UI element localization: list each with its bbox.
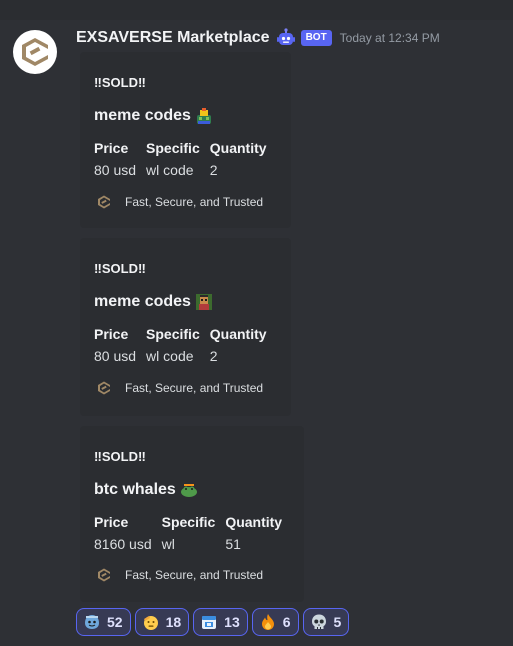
top-divider-bar [0, 0, 513, 20]
embed-title: meme codes [94, 293, 213, 311]
field-name: Quantity [225, 514, 283, 530]
skull-icon [310, 613, 328, 631]
footer-text: Fast, Secure, and Trusted [125, 381, 264, 395]
reaction-button[interactable]: 18 [134, 608, 190, 636]
exsaverse-logo-icon [94, 565, 114, 585]
exsaverse-logo-icon [94, 192, 114, 212]
sparkle-blob-icon [83, 613, 101, 631]
embed-card: ‼SOLD‼ btc whales Price 8160 usd Specifi… [80, 426, 304, 602]
timestamp[interactable]: Today at 12:34 PM [340, 31, 440, 45]
fire-icon [259, 613, 277, 631]
embed-status: ‼SOLD‼ [94, 449, 146, 464]
footer-text: Fast, Secure, and Trusted [125, 195, 264, 209]
reaction-button[interactable]: 52 [76, 608, 131, 636]
blue-calendar-icon [200, 613, 218, 631]
reaction-button[interactable]: 6 [251, 608, 299, 636]
field-price: Price 80 usd [94, 325, 136, 365]
username[interactable]: EXSAVERSE Marketplace [76, 29, 270, 47]
reaction-count: 18 [165, 614, 182, 630]
embed-title-text: btc whales [94, 481, 176, 498]
embed-footer: Fast, Secure, and Trusted [94, 565, 263, 585]
embed-card: ‼SOLD‼ meme codes Price 80 usd Specific … [80, 238, 291, 416]
embed-status: ‼SOLD‼ [94, 261, 146, 276]
field-value: wl [161, 536, 175, 552]
field-value: 2 [209, 348, 218, 364]
field-price: Price 8160 usd [94, 513, 152, 553]
embed-fields: Price 80 usd Specific wl code Quantity 2 [94, 325, 277, 365]
field-specific: Specific wl code [146, 139, 200, 179]
embed-title: btc whales [94, 481, 198, 499]
field-quantity: Quantity 2 [210, 325, 267, 365]
field-specific: Specific wl code [146, 325, 200, 365]
field-name: Price [94, 326, 129, 342]
field-value: 8160 usd [94, 536, 152, 552]
embed-title-text: meme codes [94, 293, 191, 310]
embed-status: ‼SOLD‼ [94, 75, 146, 90]
embed-card: ‼SOLD‼ meme codes Price 80 usd Specific … [80, 52, 291, 228]
reaction-count: 6 [282, 614, 291, 630]
field-name: Specific [146, 326, 200, 342]
reaction-bar: 52 18 13 6 5 [76, 608, 353, 636]
frog-wizard-icon [195, 107, 213, 125]
embed-fields: Price 80 usd Specific wl code Quantity 2 [94, 139, 277, 179]
embed-footer: Fast, Secure, and Trusted [94, 378, 263, 398]
field-price: Price 80 usd [94, 139, 136, 179]
field-quantity: Quantity 51 [225, 513, 282, 553]
pixel-character-icon [195, 293, 213, 311]
embed-footer: Fast, Secure, and Trusted [94, 192, 263, 212]
robot-icon [276, 28, 296, 48]
exsaverse-logo-icon [94, 378, 114, 398]
reaction-button[interactable]: 5 [302, 608, 350, 636]
embed-title: meme codes [94, 107, 213, 125]
exsaverse-logo-icon [22, 38, 48, 66]
embed-fields: Price 8160 usd Specific wl Quantity 51 [94, 513, 292, 553]
field-name: Specific [161, 514, 216, 530]
bot-tag: BOT [300, 30, 332, 46]
field-value: wl code [146, 348, 194, 364]
field-specific: Specific wl [162, 513, 216, 553]
field-name: Specific [146, 140, 200, 156]
avatar[interactable] [13, 30, 57, 74]
field-value: 2 [209, 162, 218, 178]
embed-title-text: meme codes [94, 107, 191, 124]
field-value: wl code [146, 162, 194, 178]
whale-frog-icon [180, 481, 198, 499]
field-name: Quantity [209, 326, 267, 342]
reaction-button[interactable]: 13 [193, 608, 248, 636]
message-header: EXSAVERSE Marketplace BOT Today at 12:34… [76, 28, 440, 48]
field-value: 80 usd [94, 162, 137, 178]
reaction-count: 52 [107, 614, 123, 630]
field-name: Price [94, 140, 129, 156]
reaction-count: 13 [224, 614, 240, 630]
field-name: Price [94, 514, 129, 530]
field-quantity: Quantity 2 [210, 139, 267, 179]
reaction-count: 5 [333, 614, 342, 630]
field-value: 80 usd [94, 348, 137, 364]
saluting-face-icon [142, 613, 160, 631]
field-name: Quantity [209, 140, 267, 156]
field-value: 51 [225, 536, 241, 552]
footer-text: Fast, Secure, and Trusted [125, 568, 264, 582]
